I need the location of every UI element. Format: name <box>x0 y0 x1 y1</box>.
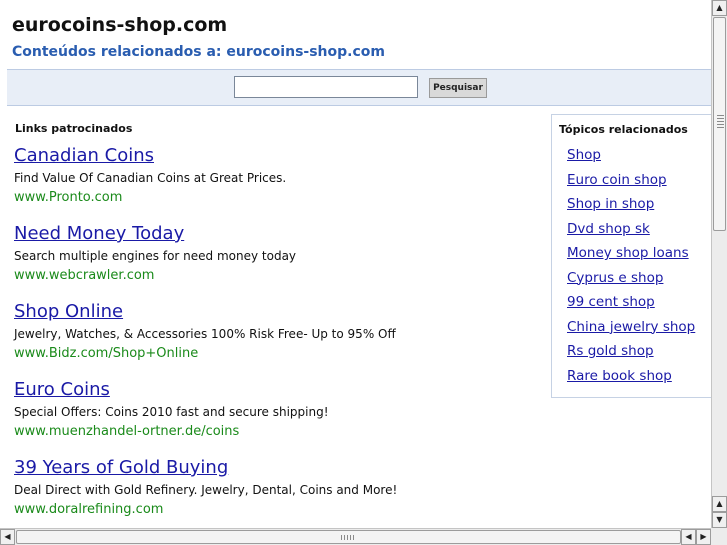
related-topic-link[interactable]: Shop <box>567 147 601 163</box>
related-topic-link[interactable]: Rs gold shop <box>567 343 654 359</box>
list-item: Rs gold shop <box>567 342 695 367</box>
ad-description: Special Offers: Coins 2010 fast and secu… <box>14 405 329 419</box>
list-item: Rare book shop <box>567 367 695 392</box>
ad-url-link[interactable]: www.Pronto.com <box>14 189 286 206</box>
ad-description: Search multiple engines for need money t… <box>14 249 297 263</box>
ad-item: Need Money Today Search multiple engines… <box>14 223 296 284</box>
horizontal-scroll-thumb[interactable] <box>16 530 681 544</box>
scroll-left-arrow-icon[interactable]: ◀ <box>681 529 696 545</box>
search-input[interactable] <box>234 76 418 98</box>
grip-line <box>717 118 724 119</box>
grip-line <box>341 535 342 540</box>
site-title: eurocoins-shop.com <box>12 14 228 36</box>
related-topic-link[interactable]: Cyprus e shop <box>567 270 663 286</box>
scroll-right-arrow-icon[interactable]: ▶ <box>696 529 711 545</box>
horizontal-scrollbar[interactable]: ◀ ◀ ▶ <box>0 528 711 545</box>
list-item: Shop in shop <box>567 195 695 220</box>
search-button[interactable]: Pesquisar <box>429 78 487 98</box>
list-item: Shop <box>567 146 695 171</box>
ad-title-link[interactable]: Canadian Coins <box>14 145 286 167</box>
ad-item: Euro Coins Special Offers: Coins 2010 fa… <box>14 379 329 440</box>
related-topics-list: Shop Euro coin shop Shop in shop Dvd sho… <box>567 146 695 391</box>
grip-line <box>347 535 348 540</box>
page-viewport: eurocoins-shop.com Conteúdos relacionado… <box>0 0 711 528</box>
scroll-down-arrow-icon[interactable]: ▼ <box>712 512 727 528</box>
vertical-scroll-thumb[interactable] <box>713 17 726 231</box>
list-item: Dvd shop sk <box>567 220 695 245</box>
related-topics-panel: Tópicos relacionados Shop Euro coin shop… <box>551 114 711 398</box>
vertical-scrollbar[interactable]: ▲ ▲ ▼ <box>711 0 727 528</box>
related-topic-link[interactable]: Money shop loans <box>567 245 689 261</box>
related-topic-link[interactable]: Rare book shop <box>567 368 672 384</box>
grip-line <box>353 535 354 540</box>
ad-item: Shop Online Jewelry, Watches, & Accessor… <box>14 301 396 362</box>
ad-description: Deal Direct with Gold Refinery. Jewelry,… <box>14 483 398 497</box>
related-topic-link[interactable]: Euro coin shop <box>567 172 667 188</box>
related-topic-link[interactable]: 99 cent shop <box>567 294 655 310</box>
scroll-up-arrow-icon[interactable]: ▲ <box>712 496 727 512</box>
list-item: Euro coin shop <box>567 171 695 196</box>
scroll-up-arrow-icon[interactable]: ▲ <box>712 0 727 16</box>
related-topic-link[interactable]: Dvd shop sk <box>567 221 650 237</box>
ad-title-link[interactable]: Shop Online <box>14 301 396 323</box>
grip-line <box>717 124 724 125</box>
ad-item: Canadian Coins Find Value Of Canadian Co… <box>14 145 286 206</box>
grip-line <box>344 535 345 540</box>
ad-url-link[interactable]: www.doralrefining.com <box>14 501 397 518</box>
list-item: Money shop loans <box>567 244 695 269</box>
grip-line <box>717 127 724 128</box>
ad-title-link[interactable]: Need Money Today <box>14 223 296 245</box>
page-subtitle: Conteúdos relacionados a: eurocoins-shop… <box>12 44 385 60</box>
grip-line <box>717 121 724 122</box>
scroll-left-arrow-icon[interactable]: ◀ <box>0 529 15 545</box>
related-topics-heading: Tópicos relacionados <box>559 123 688 136</box>
ad-title-link[interactable]: 39 Years of Gold Buying <box>14 457 397 479</box>
ad-url-link[interactable]: www.Bidz.com/Shop+Online <box>14 345 396 362</box>
related-topic-link[interactable]: Shop in shop <box>567 196 654 212</box>
grip-line <box>717 115 724 116</box>
sponsored-links-heading: Links patrocinados <box>15 122 133 135</box>
ad-item: 39 Years of Gold Buying Deal Direct with… <box>14 457 397 518</box>
list-item: China jewelry shop <box>567 318 695 343</box>
ad-description: Jewelry, Watches, & Accessories 100% Ris… <box>14 327 396 341</box>
related-topic-link[interactable]: China jewelry shop <box>567 319 695 335</box>
scrollbar-corner <box>711 528 727 545</box>
list-item: Cyprus e shop <box>567 269 695 294</box>
ad-url-link[interactable]: www.muenzhandel-ortner.de/coins <box>14 423 329 440</box>
search-bar: Pesquisar <box>7 69 711 106</box>
list-item: 99 cent shop <box>567 293 695 318</box>
grip-line <box>350 535 351 540</box>
ad-url-link[interactable]: www.webcrawler.com <box>14 267 296 284</box>
ad-description: Find Value Of Canadian Coins at Great Pr… <box>14 171 287 185</box>
ad-title-link[interactable]: Euro Coins <box>14 379 329 401</box>
